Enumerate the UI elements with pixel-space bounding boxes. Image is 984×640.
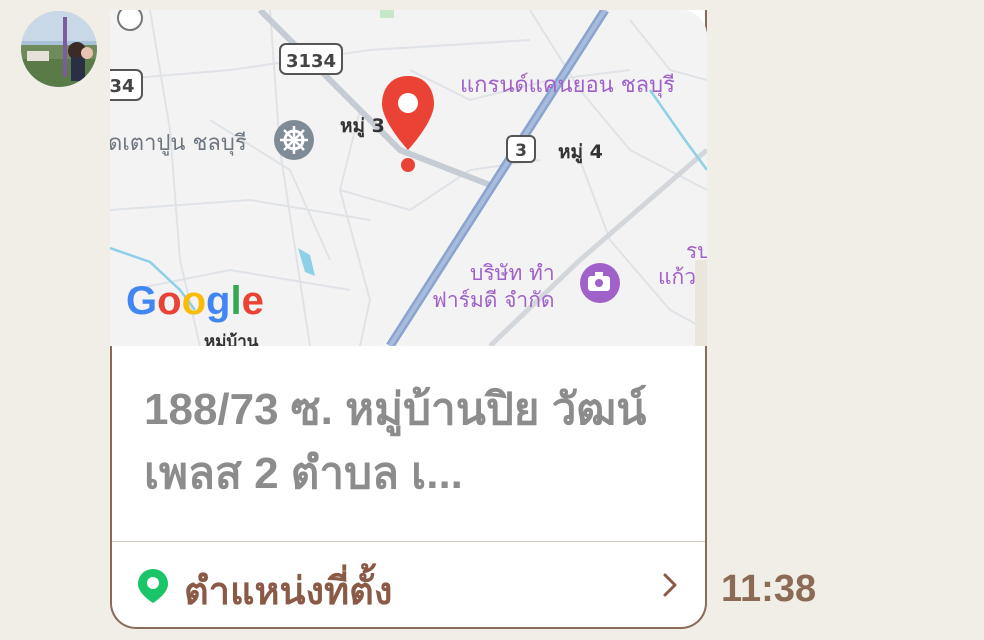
map-poi-company-line2: ฟาร์มดี จำกัด: [432, 288, 555, 312]
google-logo: Google: [126, 279, 264, 323]
map-label-moo4: หมู่ 4: [558, 141, 603, 164]
avatar[interactable]: [21, 11, 97, 87]
road-34-label: 34: [110, 76, 135, 97]
message-timestamp: 11:38: [721, 568, 817, 610]
location-row[interactable]: ตำแหน่งที่ตั้ง: [112, 545, 705, 627]
location-address: 188/73 ซ. หมู่บ้านปิย วัฒน์ เพลส 2 ตำบล …: [144, 385, 647, 498]
map-preview[interactable]: 3134 34 3 หมู่ 3 หมู่ 4 แกรนด์แคนยอน ชลบ…: [110, 10, 707, 346]
chevron-right-icon[interactable]: [660, 571, 680, 599]
location-label: ตำแหน่งที่ตั้ง: [184, 571, 393, 613]
camera-poi-icon: [580, 263, 620, 303]
map-label-village: หมู่บ้าน: [204, 332, 259, 346]
map-poi-company-line1: บริษัท ทำ: [470, 261, 555, 285]
map-poi-grand-canyon: แกรนด์แคนยอน ชลบุรี: [460, 73, 675, 98]
location-pin-icon: [138, 569, 168, 603]
map-poi-ru: รบ: [686, 239, 707, 263]
map-poi-temple: ัดเตาปูน ชลบุรี: [110, 131, 247, 156]
map-poi-kaew: แก้ว: [658, 265, 696, 289]
divider: [112, 541, 705, 542]
road-3-label: 3: [515, 141, 527, 161]
map-label-moo3: หมู่ 3: [340, 115, 385, 138]
road-3134-label: 3134: [286, 51, 336, 72]
temple-icon: [274, 120, 314, 160]
